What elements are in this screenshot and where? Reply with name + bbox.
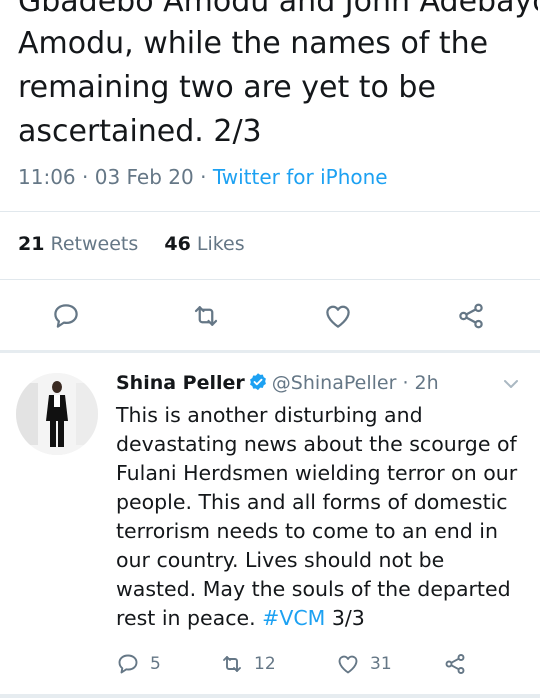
likes-stat[interactable]: 46 Likes: [164, 233, 244, 255]
retweet-count: 12: [254, 654, 276, 674]
reply-text-suffix: 3/3: [325, 606, 365, 630]
like-count: 31: [370, 654, 392, 674]
tweet-age: 2h: [414, 372, 439, 394]
avatar-image: [16, 373, 98, 455]
share-button[interactable]: [443, 649, 477, 679]
verified-badge-icon: [249, 373, 266, 391]
user-handle[interactable]: @ShinaPeller: [272, 372, 397, 394]
reply-tweet-header: Shina Peller @ShinaPeller · 2h: [116, 369, 439, 397]
previous-tweet-text-fragment: Gbadebo Amodu and John Adebayo, while th…: [18, 0, 538, 19]
divider: [0, 279, 540, 280]
divider: [0, 211, 540, 212]
share-button[interactable]: [451, 296, 491, 336]
likes-count: 46: [164, 233, 191, 255]
meta-separator: ·: [82, 165, 95, 189]
reply-tweet-text: This is another disturbing and devastati…: [116, 401, 526, 633]
tweet-meta: 11:06 · 03 Feb 20 · Twitter for iPhone: [18, 163, 388, 191]
like-button[interactable]: [318, 296, 358, 336]
retweet-icon: [194, 306, 218, 326]
tweet-text: Amodu, while the names of the remaining …: [18, 26, 489, 149]
reply-tweet[interactable]: Shina Peller @ShinaPeller · 2h This is a…: [0, 353, 540, 698]
reply-button[interactable]: 5: [116, 649, 161, 679]
tweet-stats: 21 Retweets 46 Likes: [18, 230, 245, 258]
share-icon: [445, 654, 465, 674]
tweet-actions: [0, 296, 540, 336]
retweet-icon: [223, 656, 241, 672]
share-icon: [459, 303, 483, 329]
retweet-button[interactable]: 12: [220, 649, 276, 679]
tweet-source-link[interactable]: Twitter for iPhone: [213, 165, 388, 189]
section-separator: [0, 694, 540, 698]
reply-button[interactable]: [46, 296, 86, 336]
heart-icon: [326, 305, 350, 328]
reply-text-main: This is another disturbing and devastati…: [116, 403, 518, 630]
heart-icon: [338, 655, 358, 674]
like-button[interactable]: 31: [336, 649, 392, 679]
hashtag-link[interactable]: #VCM: [262, 606, 325, 630]
reply-count: 5: [150, 654, 161, 674]
tweet-date: 03 Feb 20: [94, 165, 194, 189]
retweets-stat[interactable]: 21 Retweets: [18, 233, 144, 255]
tweet-time: 11:06: [18, 165, 76, 189]
reply-tweet-actions: 5 12 31: [116, 649, 536, 679]
likes-label: Likes: [196, 233, 245, 255]
retweet-button[interactable]: [186, 296, 226, 336]
meta-separator: ·: [402, 372, 415, 394]
chevron-down-icon[interactable]: [500, 375, 522, 393]
reply-icon: [54, 304, 78, 328]
user-name[interactable]: Shina Peller: [116, 372, 245, 394]
meta-separator: ·: [200, 165, 213, 189]
reply-icon: [118, 654, 138, 674]
retweets-count: 21: [18, 233, 45, 255]
retweets-label: Retweets: [50, 233, 139, 255]
avatar[interactable]: [16, 373, 98, 455]
